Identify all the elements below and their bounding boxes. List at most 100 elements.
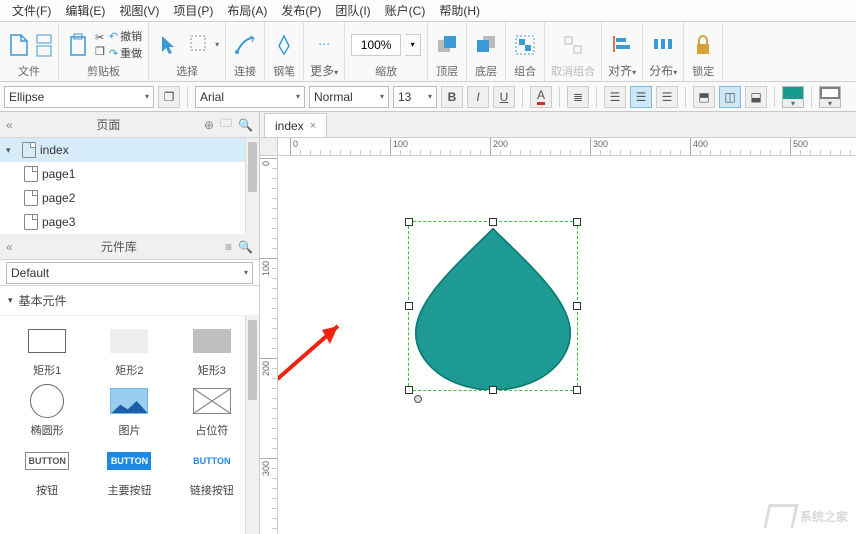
page-row-page1[interactable]: page1: [0, 162, 259, 186]
ruler-vertical[interactable]: 0100200300400500: [260, 156, 278, 534]
toolgroup-back: 底层: [467, 22, 506, 81]
group-icon[interactable]: [512, 32, 538, 58]
lib-item-placeholder[interactable]: 占位符: [173, 386, 251, 438]
bullet-list-button[interactable]: ≣: [567, 86, 589, 108]
resize-handle-tm[interactable]: [489, 218, 497, 226]
lib-item-rect1[interactable]: 矩形1: [8, 326, 86, 378]
zoom-dropdown[interactable]: ▾: [405, 34, 421, 56]
collapse-icon[interactable]: «: [6, 240, 13, 254]
lib-item-link-button[interactable]: BUTTON链接按钮: [173, 446, 251, 498]
tab-label: index: [275, 119, 304, 133]
lib-item-ellipse[interactable]: 椭圆形: [8, 386, 86, 438]
toolgroup-file-label: 文件: [18, 63, 40, 79]
lib-item-button[interactable]: BUTTON按钮: [8, 446, 86, 498]
valign-middle-button[interactable]: ◫: [719, 86, 741, 108]
valign-bottom-button[interactable]: ⬓: [745, 86, 767, 108]
resize-handle-bl[interactable]: [405, 386, 413, 394]
valign-top-button[interactable]: ⬒: [693, 86, 715, 108]
bold-button[interactable]: B: [441, 86, 463, 108]
cut-icon[interactable]: ✂: [95, 31, 105, 44]
paste-icon[interactable]: [65, 32, 91, 58]
underline-button[interactable]: U: [493, 86, 515, 108]
watermark-logo-icon: [763, 504, 798, 528]
lock-icon[interactable]: [690, 32, 716, 58]
align-left-button[interactable]: ☰: [604, 86, 626, 108]
menu-view[interactable]: 视图(V): [113, 0, 165, 21]
italic-button[interactable]: I: [467, 86, 489, 108]
font-weight-combo[interactable]: Normal▾: [309, 86, 389, 108]
distribute-icon[interactable]: [650, 31, 676, 57]
ruler-horizontal[interactable]: 0100200300400500: [278, 138, 856, 156]
page-row-page3[interactable]: page3: [0, 210, 259, 234]
page-row-index[interactable]: ▾ index: [0, 138, 259, 162]
menu-team[interactable]: 团队(I): [329, 0, 376, 21]
bring-front-icon[interactable]: [434, 32, 460, 58]
font-family-combo[interactable]: Arial▾: [195, 86, 305, 108]
ungroup-icon[interactable]: [560, 32, 586, 58]
toolgroup-group: 组合: [506, 22, 545, 81]
search-pages-icon[interactable]: 🔍: [238, 118, 253, 132]
library-set-combo[interactable]: Default▾: [0, 260, 259, 286]
copy-icon[interactable]: ❐: [95, 45, 105, 58]
resize-handle-br[interactable]: [573, 386, 581, 394]
library-section-basic[interactable]: ▾ 基本元件: [0, 286, 259, 316]
align-icon[interactable]: [609, 31, 635, 57]
menu-layout[interactable]: 布局(A): [221, 0, 273, 21]
page-icon: [22, 142, 36, 158]
select-area-icon[interactable]: [185, 32, 211, 58]
page-row-page2[interactable]: page2: [0, 186, 259, 210]
resize-handle-tl[interactable]: [405, 218, 413, 226]
library-scrollbar[interactable]: [245, 316, 259, 534]
menu-project[interactable]: 项目(P): [167, 0, 219, 21]
connect-icon[interactable]: [232, 32, 258, 58]
new-file-icon[interactable]: [6, 32, 32, 58]
tree-expand-icon[interactable]: ▾: [6, 145, 18, 156]
menu-edit[interactable]: 编辑(E): [59, 0, 111, 21]
toolgroup-select: ▾ 选择: [149, 22, 226, 81]
lib-item-rect2[interactable]: 矩形2: [90, 326, 168, 378]
add-page-icon[interactable]: ⊕: [204, 118, 214, 132]
font-size-combo[interactable]: 13▾: [393, 86, 437, 108]
align-center-button[interactable]: ☰: [630, 86, 652, 108]
canvas[interactable]: [278, 156, 856, 534]
canvas-tab-index[interactable]: index ×: [264, 113, 327, 137]
select-dropdown-icon[interactable]: ▾: [215, 40, 219, 49]
selection-box[interactable]: [408, 221, 578, 391]
shape-type-combo[interactable]: Ellipse▾: [4, 86, 154, 108]
open-icon[interactable]: [36, 32, 52, 44]
copy-style-icon[interactable]: ❐: [158, 86, 180, 108]
search-library-icon[interactable]: 🔍: [238, 240, 253, 254]
menu-file[interactable]: 文件(F): [6, 0, 57, 21]
library-menu-icon[interactable]: ≡: [225, 240, 232, 254]
pen-icon[interactable]: [271, 32, 297, 58]
pages-scrollbar[interactable]: [245, 138, 259, 234]
origin-marker[interactable]: [414, 395, 422, 403]
line-color-button[interactable]: ▾: [819, 86, 841, 108]
resize-handle-mr[interactable]: [573, 302, 581, 310]
font-color-button[interactable]: A: [530, 86, 552, 108]
close-tab-icon[interactable]: ×: [310, 120, 316, 132]
lib-item-image[interactable]: 图片: [90, 386, 168, 438]
menu-help[interactable]: 帮助(H): [433, 0, 486, 21]
undo-button[interactable]: ↶ 撤销: [109, 28, 142, 44]
collapse-icon[interactable]: «: [6, 118, 13, 132]
more-icon[interactable]: ⋯: [311, 31, 337, 57]
align-right-button[interactable]: ☰: [656, 86, 678, 108]
resize-handle-ml[interactable]: [405, 302, 413, 310]
redo-button[interactable]: ↷ 重做: [109, 45, 142, 61]
zoom-input[interactable]: [351, 34, 401, 56]
droplet-shape[interactable]: [409, 222, 577, 390]
menu-publish[interactable]: 发布(P): [275, 0, 327, 21]
resize-handle-bm[interactable]: [489, 386, 497, 394]
toolgroup-lock-label: 锁定: [692, 63, 714, 79]
resize-handle-tr[interactable]: [573, 218, 581, 226]
save-icon[interactable]: [36, 45, 52, 57]
lib-item-primary-button[interactable]: BUTTON主要按钮: [90, 446, 168, 498]
fill-color-button[interactable]: ▾: [782, 86, 804, 108]
send-back-icon[interactable]: [473, 32, 499, 58]
lib-item-rect3[interactable]: 矩形3: [173, 326, 251, 378]
add-folder-icon[interactable]: 🗀: [220, 114, 232, 135]
menu-account[interactable]: 账户(C): [379, 0, 432, 21]
select-tool-icon[interactable]: [155, 32, 181, 58]
pages-tree: ▾ index page1 page2 page3: [0, 138, 259, 234]
